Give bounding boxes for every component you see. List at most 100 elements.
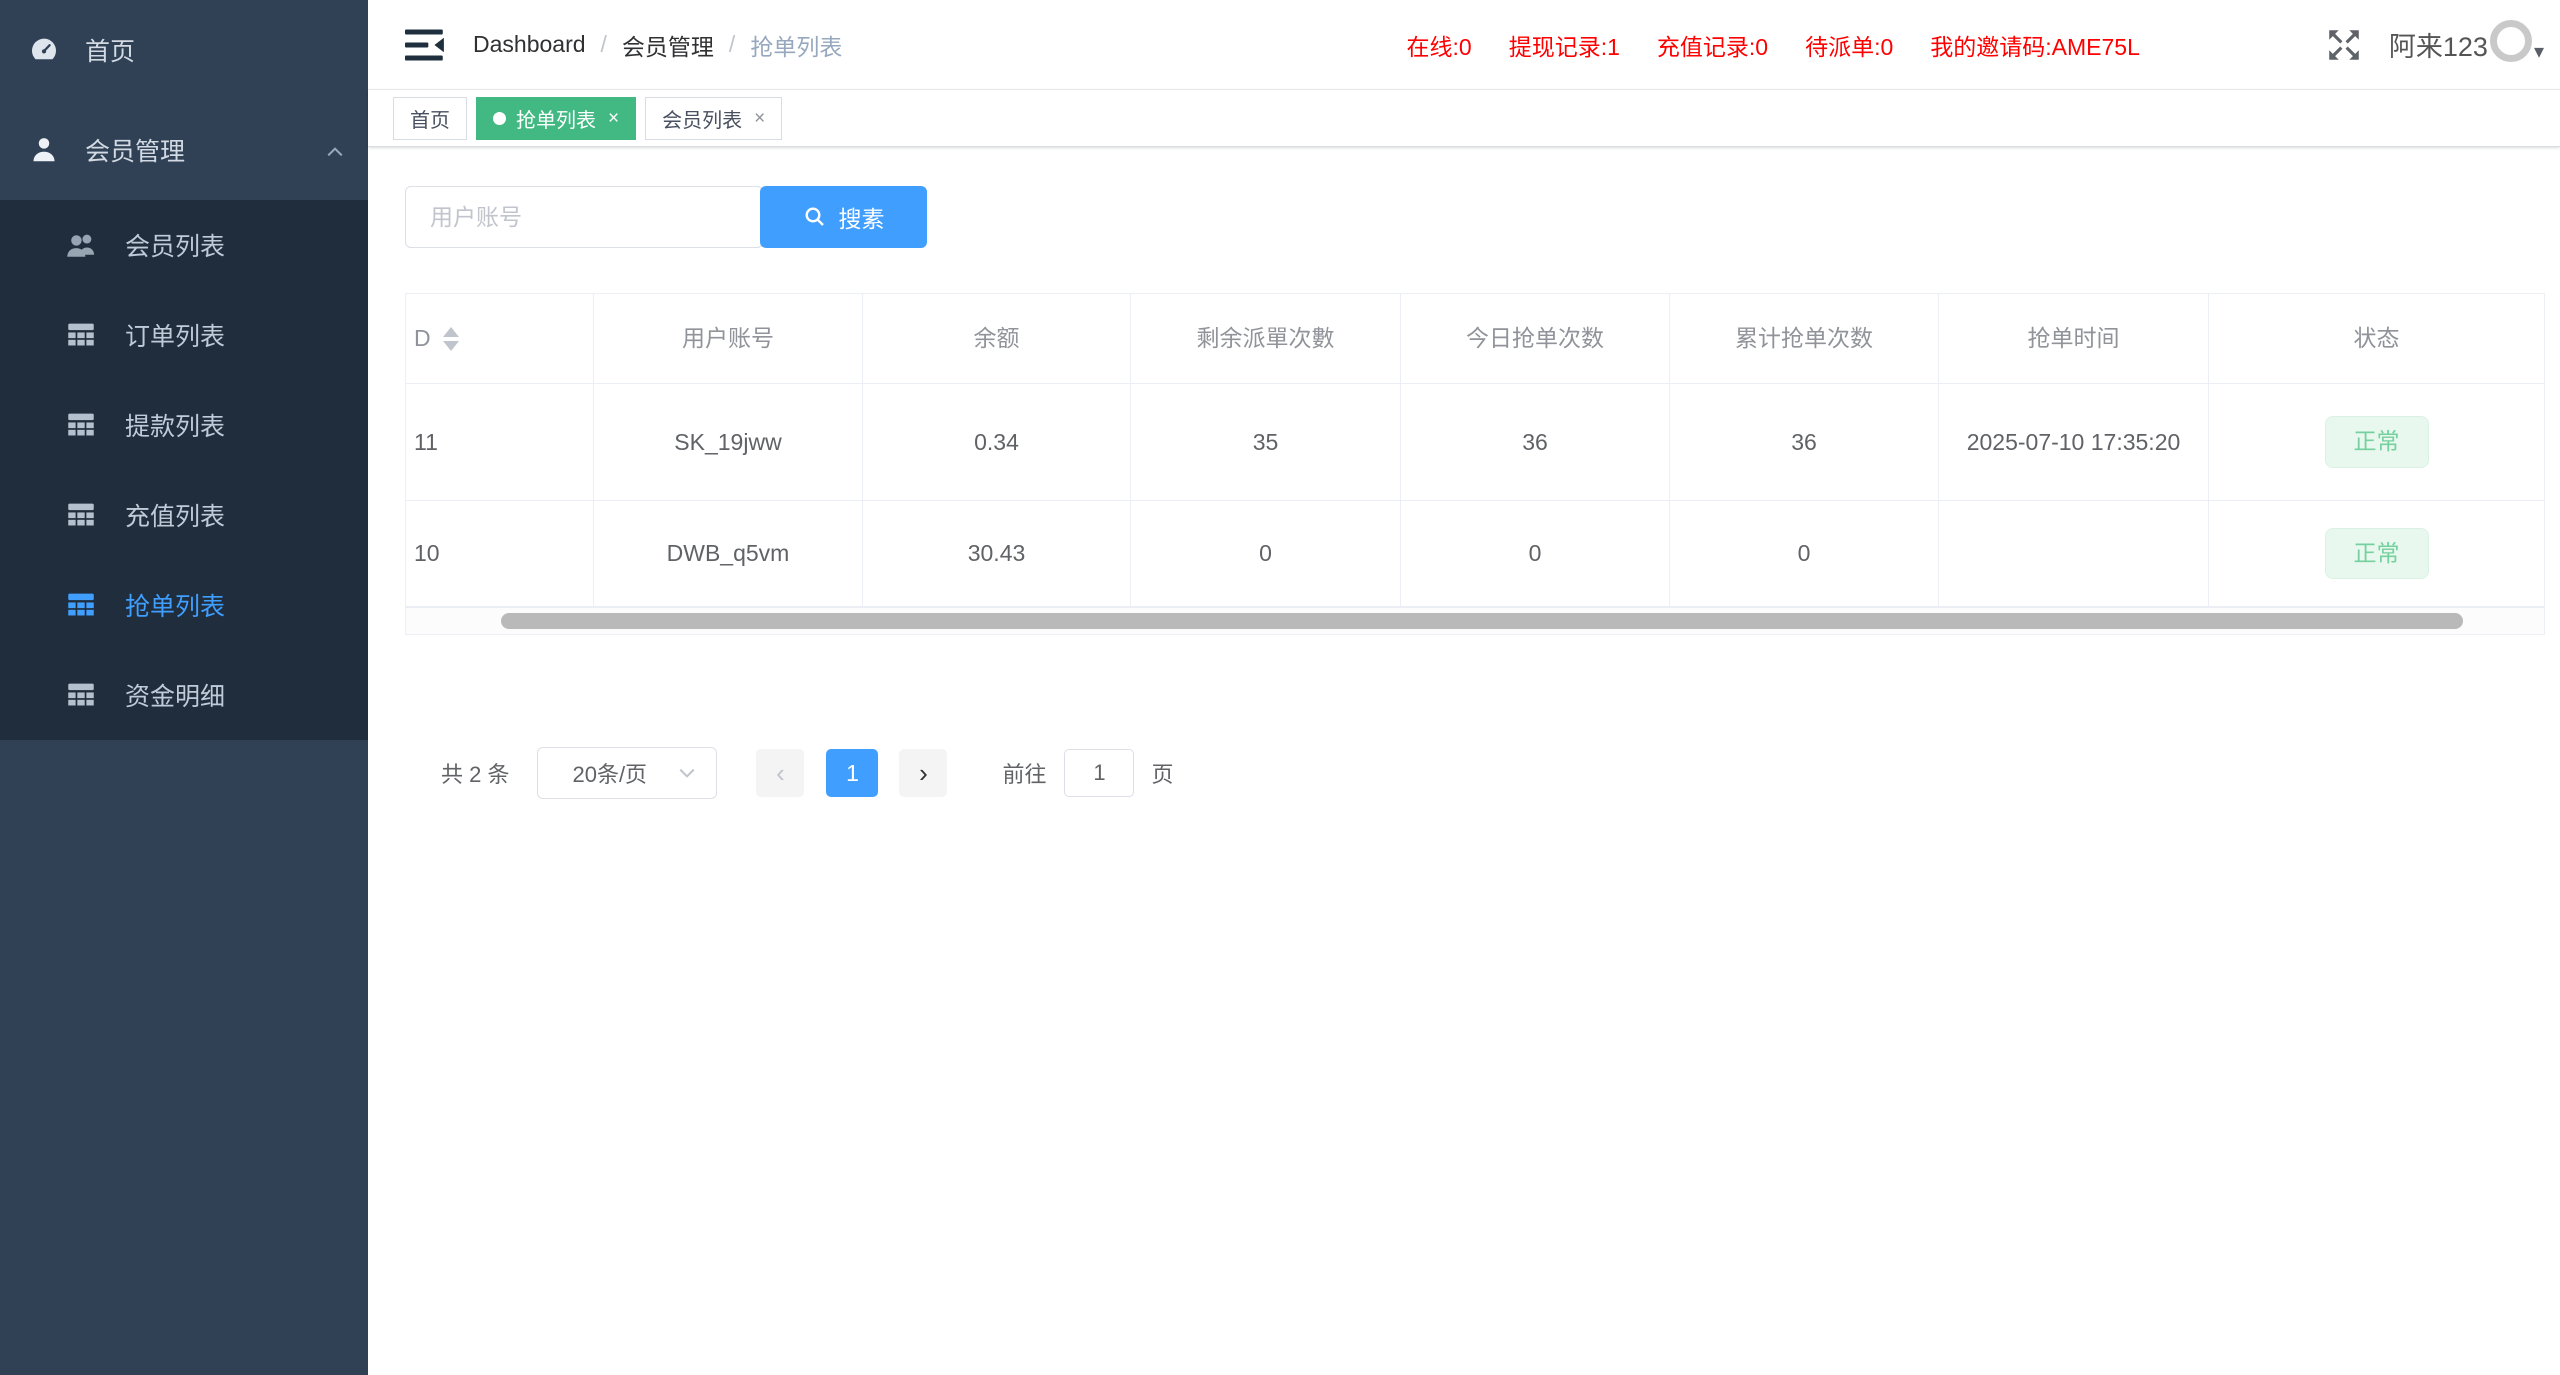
search-button[interactable]: 搜素	[760, 186, 927, 248]
sidebar-item-label: 提款列表	[125, 407, 225, 443]
goto-label: 前往	[1002, 757, 1046, 789]
status-badge: 正常	[2325, 528, 2429, 580]
sidebar-item-label: 会员列表	[125, 227, 225, 263]
cell-id: 11	[406, 384, 594, 501]
column-header-account: 用户账号	[594, 294, 863, 384]
close-icon[interactable]: ×	[754, 109, 765, 128]
search-button-label: 搜素	[839, 200, 885, 234]
sidebar-item-grab-order-list[interactable]: 抢单列表	[0, 560, 368, 650]
search-icon	[803, 205, 827, 229]
cell-id: 10	[406, 501, 594, 607]
close-icon[interactable]: ×	[608, 109, 619, 128]
cell-balance: 30.43	[863, 501, 1131, 607]
tab-member-list[interactable]: 会员列表 ×	[645, 97, 782, 140]
sidebar-item-withdraw-list[interactable]: 提款列表	[0, 380, 368, 470]
grid-icon	[63, 587, 99, 623]
horizontal-scrollbar	[405, 607, 2545, 635]
sidebar-item-member-management[interactable]: 会员管理	[0, 100, 368, 200]
cell-today: 0	[1401, 501, 1670, 607]
column-header-grab-time: 抢单时间	[1939, 294, 2209, 384]
navbar: Dashboard / 会员管理 / 抢单列表 在线:0 提现记录:1 充值记录…	[368, 0, 2560, 90]
sidebar-item-label: 订单列表	[125, 317, 225, 353]
cell-account: DWB_q5vm	[594, 501, 863, 607]
column-header-id[interactable]: D	[406, 294, 594, 384]
search-input[interactable]	[405, 186, 763, 248]
app-window: 首页 会员管理 会员列表 订单列表	[0, 0, 2560, 1375]
tab-label: 会员列表	[662, 104, 742, 133]
goto-page-input[interactable]	[1064, 749, 1134, 797]
page-size-value: 20条/页	[572, 757, 647, 789]
cell-total: 0	[1670, 501, 1939, 607]
username[interactable]: 阿来123	[2389, 25, 2488, 64]
chevron-down-icon	[678, 767, 696, 779]
users-icon	[63, 227, 99, 263]
cell-balance: 0.34	[863, 384, 1131, 501]
breadcrumb-separator: /	[729, 31, 735, 58]
data-table: D 用户账号 余额 剩余派單次數 今日抢单次数 累计抢单次数 抢单时间 状态 1…	[405, 293, 2545, 607]
navbar-right: 在线:0 提现记录:1 充值记录:0 待派单:0 我的邀请码:AME75L 阿来…	[1407, 25, 2544, 64]
sidebar-item-label: 首页	[85, 32, 135, 68]
tab-home[interactable]: 首页	[393, 97, 467, 140]
caret-down-icon[interactable]: ▾	[2534, 39, 2544, 64]
cell-status: 正常	[2209, 384, 2544, 501]
status-badge: 正常	[2325, 416, 2429, 468]
fullscreen-icon[interactable]	[2325, 26, 2363, 64]
user-icon	[27, 133, 61, 167]
cell-time: 2025-07-10 17:35:20	[1939, 384, 2209, 501]
active-dot-icon	[493, 112, 506, 125]
sidebar-item-fund-details[interactable]: 资金明细	[0, 650, 368, 740]
sidebar-item-order-list[interactable]: 订单列表	[0, 290, 368, 380]
status-stats: 在线:0 提现记录:1 充值记录:0 待派单:0 我的邀请码:AME75L	[1407, 28, 2140, 62]
stat-online: 在线:0	[1407, 28, 1472, 62]
grid-icon	[63, 407, 99, 443]
sidebar-submenu: 会员列表 订单列表 提款列表 充值列表	[0, 200, 368, 740]
sidebar-item-member-list[interactable]: 会员列表	[0, 200, 368, 290]
cell-today: 36	[1401, 384, 1670, 501]
scrollbar-thumb[interactable]	[501, 613, 2463, 629]
column-header-total-grabs: 累计抢单次数	[1670, 294, 1939, 384]
sort-carets-icon[interactable]	[443, 327, 459, 351]
grid-icon	[63, 677, 99, 713]
sidebar-item-recharge-list[interactable]: 充值列表	[0, 470, 368, 560]
sidebar-item-label: 充值列表	[125, 497, 225, 533]
column-header-today-grabs: 今日抢单次数	[1401, 294, 1670, 384]
prev-page-button[interactable]: ‹	[756, 749, 804, 797]
cell-status: 正常	[2209, 501, 2544, 607]
pagination: 共 2 条 20条/页 ‹ 1 › 前往 页	[405, 747, 2560, 799]
page-size-select[interactable]: 20条/页	[537, 747, 717, 799]
column-header-label: D	[414, 321, 431, 356]
column-header-remaining-dispatch: 剩余派單次數	[1131, 294, 1401, 384]
cell-remaining: 35	[1131, 384, 1401, 501]
cell-time	[1939, 501, 2209, 607]
grid-icon	[63, 317, 99, 353]
next-page-button[interactable]: ›	[899, 749, 947, 797]
column-header-balance: 余额	[863, 294, 1131, 384]
goto-suffix: 页	[1151, 757, 1173, 789]
avatar[interactable]	[2490, 20, 2532, 62]
stat-withdraw-records: 提现记录:1	[1509, 28, 1620, 62]
breadcrumb-dashboard[interactable]: Dashboard	[473, 31, 586, 58]
tab-label: 首页	[410, 104, 450, 133]
stat-recharge-records: 充值记录:0	[1657, 28, 1768, 62]
cell-remaining: 0	[1131, 501, 1401, 607]
sidebar: 首页 会员管理 会员列表 订单列表	[0, 0, 368, 1375]
pagination-total: 共 2 条	[441, 757, 509, 789]
main-area: Dashboard / 会员管理 / 抢单列表 在线:0 提现记录:1 充值记录…	[368, 0, 2560, 1375]
breadcrumb: Dashboard / 会员管理 / 抢单列表	[473, 28, 842, 62]
breadcrumb-separator: /	[601, 31, 607, 58]
stat-pending-dispatch: 待派单:0	[1805, 28, 1893, 62]
sidebar-item-home[interactable]: 首页	[0, 0, 368, 100]
sidebar-item-label: 资金明细	[125, 677, 225, 713]
cell-account: SK_19jww	[594, 384, 863, 501]
breadcrumb-member-management[interactable]: 会员管理	[622, 28, 714, 62]
cell-total: 36	[1670, 384, 1939, 501]
grid-icon	[63, 497, 99, 533]
hamburger-icon[interactable]	[405, 28, 445, 62]
tab-bar: 首页 抢单列表 × 会员列表 ×	[368, 90, 2560, 147]
tab-grab-order-list[interactable]: 抢单列表 ×	[476, 97, 636, 140]
current-page-button[interactable]: 1	[826, 749, 878, 797]
sidebar-item-label: 抢单列表	[125, 587, 225, 623]
dashboard-icon	[27, 33, 61, 67]
breadcrumb-current: 抢单列表	[750, 28, 842, 62]
tab-label: 抢单列表	[516, 104, 596, 133]
